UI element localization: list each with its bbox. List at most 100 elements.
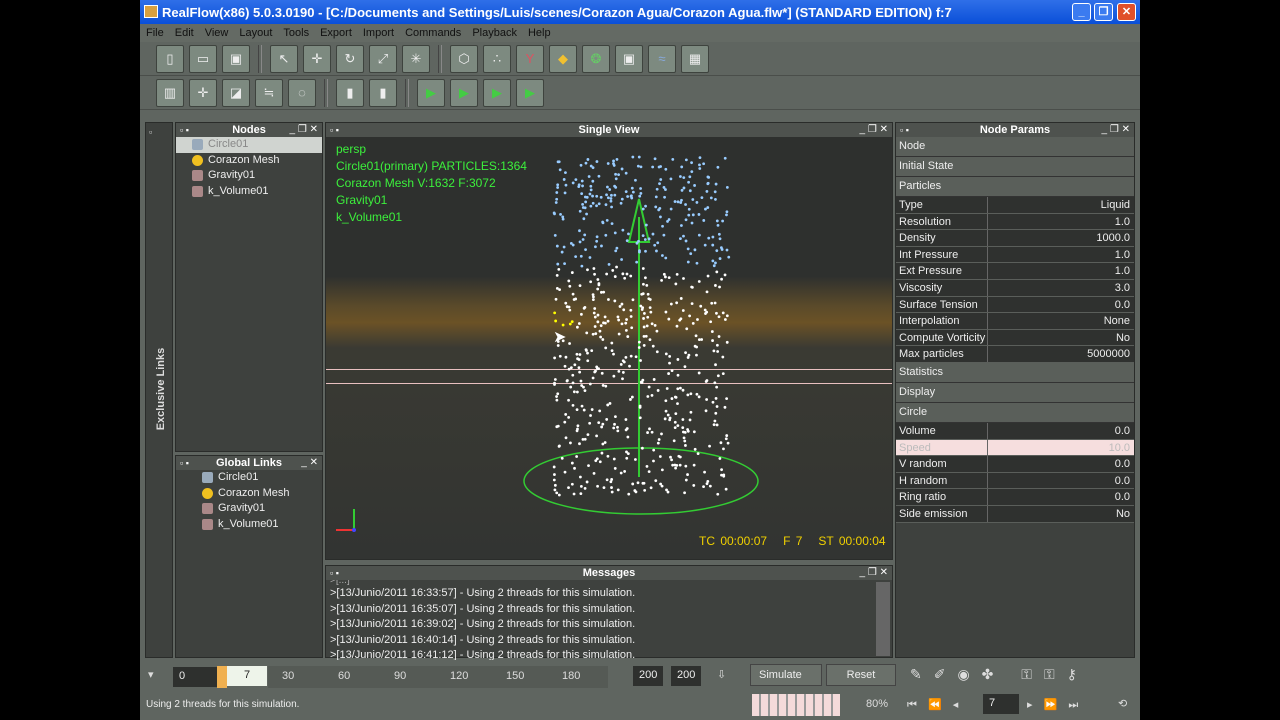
param-value[interactable]: 0.0: [988, 297, 1134, 313]
frame-field[interactable]: 7: [983, 694, 1019, 714]
select-arrow-icon[interactable]: ↖: [270, 44, 298, 73]
menu-view[interactable]: View: [205, 27, 229, 39]
param-row[interactable]: Compute Vorticity No: [896, 329, 1134, 347]
minimize-button[interactable]: _: [1072, 3, 1091, 21]
cube-icon[interactable]: ▮: [336, 78, 364, 107]
param-row[interactable]: Type Liquid: [896, 197, 1134, 214]
layout-align-icon[interactable]: ≒: [255, 78, 283, 107]
link-item[interactable]: Corazon Mesh: [186, 486, 322, 502]
layout-rotate-icon[interactable]: ◌: [288, 78, 316, 107]
param-value[interactable]: No: [988, 506, 1134, 522]
menu-tools[interactable]: Tools: [283, 27, 309, 39]
save-icon[interactable]: ▣: [222, 44, 250, 73]
param-value[interactable]: 1.0: [988, 214, 1134, 230]
camera-icon[interactable]: ▣: [615, 44, 643, 73]
start-frame-field[interactable]: 0: [173, 667, 221, 687]
param-value[interactable]: 1000.0: [988, 230, 1134, 246]
param-row[interactable]: Ring ratio 0.0: [896, 489, 1134, 506]
maximize-button[interactable]: ❐: [1094, 3, 1113, 21]
section-display[interactable]: Display: [896, 382, 1134, 403]
goto-start-icon[interactable]: ⏮ ⏪ ◂: [907, 698, 962, 712]
param-row[interactable]: H random 0.0: [896, 472, 1134, 490]
grid-icon[interactable]: ▦: [681, 44, 709, 73]
link-item[interactable]: Circle01: [186, 470, 322, 486]
emitters-icon[interactable]: ∴: [483, 44, 511, 73]
param-value[interactable]: No: [988, 330, 1134, 346]
mesh-icon[interactable]: ◆: [549, 44, 577, 73]
play-sim-1-icon[interactable]: ▶: [417, 78, 445, 107]
new-file-icon[interactable]: ▯: [156, 44, 184, 73]
waves-icon[interactable]: ≈: [648, 44, 676, 73]
param-value[interactable]: 0.0: [988, 489, 1134, 505]
menu-edit[interactable]: Edit: [175, 27, 194, 39]
param-row[interactable]: Surface Tension 0.0: [896, 296, 1134, 314]
param-row[interactable]: Max particles 5000000: [896, 346, 1134, 363]
export-icon[interactable]: ⇩: [717, 668, 726, 681]
scale-icon[interactable]: ⤢: [369, 44, 397, 73]
node-item[interactable]: Gravity01: [176, 168, 322, 184]
open-folder-icon[interactable]: ▭: [189, 44, 217, 73]
link-item[interactable]: Gravity01: [186, 501, 322, 517]
close-button[interactable]: ✕: [1117, 3, 1136, 21]
param-value[interactable]: 1.0: [988, 263, 1134, 279]
timeline-track[interactable]: 30 60 90 120 150 180: [268, 666, 608, 688]
play-sim-3-icon[interactable]: ▶: [483, 78, 511, 107]
timeline-slider-handle[interactable]: [217, 666, 227, 688]
menu-help[interactable]: Help: [528, 27, 551, 39]
param-value[interactable]: Liquid: [988, 197, 1134, 213]
param-value[interactable]: 0.0: [988, 456, 1134, 472]
max-frame-field[interactable]: 200: [671, 666, 701, 686]
menu-commands[interactable]: Commands: [405, 27, 461, 39]
end-frame-field[interactable]: 200: [633, 666, 663, 686]
param-value[interactable]: None: [988, 313, 1134, 329]
current-frame-field[interactable]: 7: [227, 666, 267, 686]
axis-icon[interactable]: ✳: [402, 44, 430, 73]
layout-move-icon[interactable]: ✛: [189, 78, 217, 107]
simulate-button[interactable]: Simulate: [750, 664, 822, 686]
layout-icon[interactable]: ▥: [156, 78, 184, 107]
section-circle[interactable]: Circle: [896, 402, 1134, 423]
section-node[interactable]: Node: [896, 137, 1134, 157]
node-item[interactable]: Circle01: [176, 137, 322, 153]
daemons-icon[interactable]: Y: [516, 44, 544, 73]
play-sim-2-icon[interactable]: ▶: [450, 78, 478, 107]
play-forward-icon[interactable]: ▸ ⏩ ⏭: [1027, 698, 1082, 712]
param-value[interactable]: 3.0: [988, 280, 1134, 296]
link-item[interactable]: k_Volume01: [186, 517, 322, 533]
param-value[interactable]: 10.0: [988, 440, 1134, 456]
param-row[interactable]: Viscosity 3.0: [896, 279, 1134, 297]
rotate-icon[interactable]: ↻: [336, 44, 364, 73]
section-statistics[interactable]: Statistics: [896, 362, 1134, 383]
param-value[interactable]: 1.0: [988, 247, 1134, 263]
param-row[interactable]: Speed 10.0: [896, 439, 1134, 457]
loop-icon[interactable]: ⟲: [1118, 697, 1127, 710]
param-value[interactable]: 5000000: [988, 346, 1134, 362]
param-value[interactable]: 0.0: [988, 473, 1134, 489]
menu-export[interactable]: Export: [320, 27, 352, 39]
param-row[interactable]: V random 0.0: [896, 456, 1134, 473]
messages-scrollbar[interactable]: [876, 582, 890, 656]
node-item[interactable]: k_Volume01: [176, 184, 322, 200]
section-initial-state[interactable]: Initial State: [896, 157, 1134, 177]
param-row[interactable]: Interpolation None: [896, 313, 1134, 330]
section-particles[interactable]: Particles: [896, 177, 1134, 197]
param-row[interactable]: Int Pressure 1.0: [896, 246, 1134, 264]
rigid-body-icon[interactable]: ❂: [582, 44, 610, 73]
reset-button[interactable]: Reset: [826, 664, 896, 686]
param-row[interactable]: Resolution 1.0: [896, 213, 1134, 231]
play-sim-4-icon[interactable]: ▶: [516, 78, 544, 107]
menu-file[interactable]: File: [146, 27, 164, 39]
tool-icons[interactable]: ✎✐◉✤ ⚿⚿⚷: [910, 666, 1089, 683]
node-item[interactable]: Corazon Mesh: [176, 153, 322, 169]
param-row[interactable]: Ext Pressure 1.0: [896, 263, 1134, 280]
objects-icon[interactable]: ⬡: [450, 44, 478, 73]
move-icon[interactable]: ✛: [303, 44, 331, 73]
menu-playback[interactable]: Playback: [472, 27, 517, 39]
param-row[interactable]: Density 1000.0: [896, 230, 1134, 247]
menu-import[interactable]: Import: [363, 27, 394, 39]
param-row[interactable]: Volume 0.0: [896, 422, 1134, 440]
param-row[interactable]: Side emission No: [896, 505, 1134, 523]
layout-scale-icon[interactable]: ◪: [222, 78, 250, 107]
menu-layout[interactable]: Layout: [239, 27, 272, 39]
3d-viewport[interactable]: persp Circle01(primary) PARTICLES:1364 C…: [326, 137, 892, 559]
